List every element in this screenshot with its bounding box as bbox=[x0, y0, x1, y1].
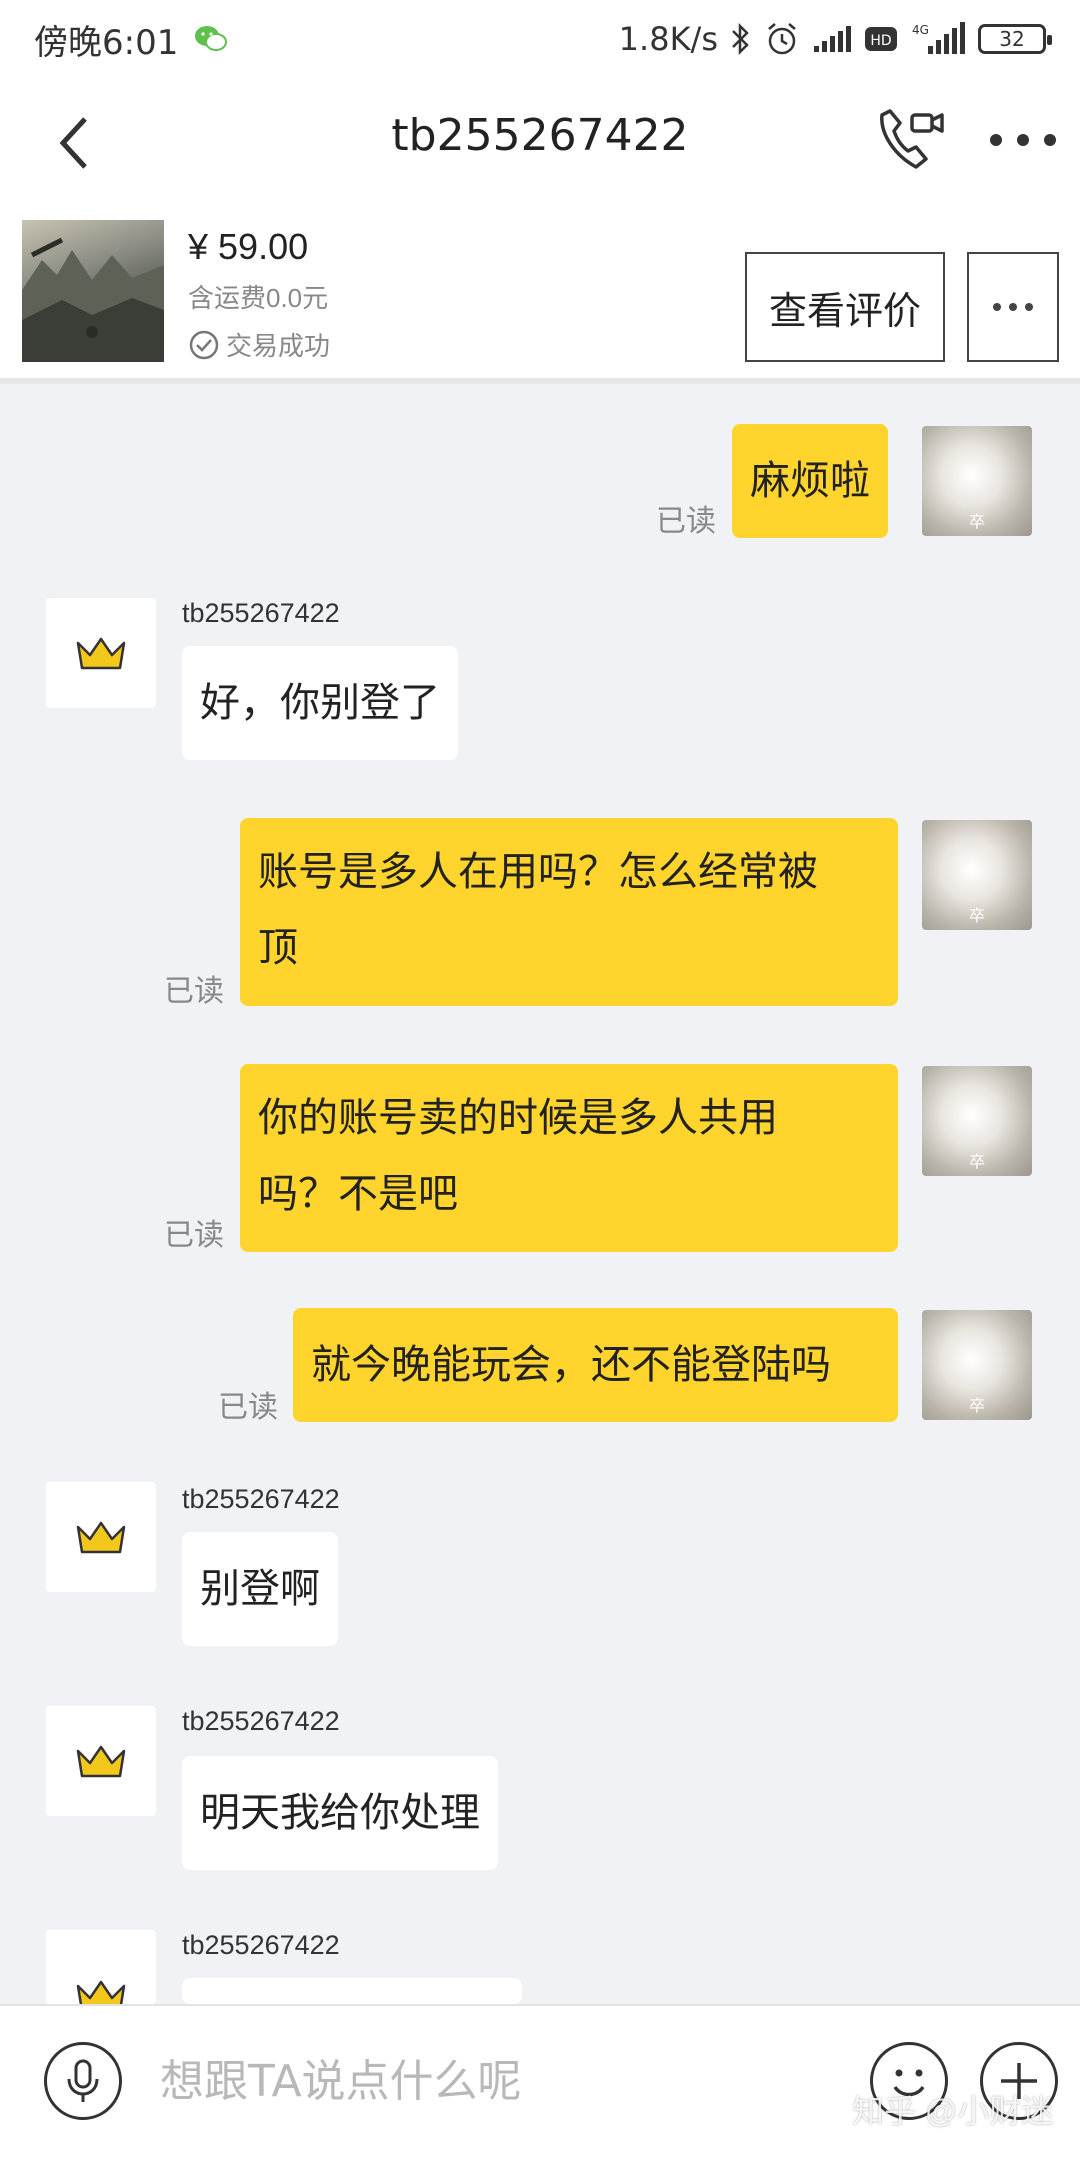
incoming-message[interactable] bbox=[182, 1978, 522, 2004]
sender-name: tb255267422 bbox=[182, 1706, 340, 1736]
status-time: 傍晚6:01 bbox=[34, 22, 179, 63]
seller-avatar[interactable] bbox=[46, 1930, 156, 2004]
message-input[interactable] bbox=[160, 2036, 840, 2126]
my-avatar[interactable]: 卒 bbox=[922, 820, 1032, 930]
chat-header: tb255267422 bbox=[0, 78, 1080, 208]
my-avatar[interactable]: 卒 bbox=[922, 426, 1032, 536]
my-avatar[interactable]: 卒 bbox=[922, 1310, 1032, 1420]
outgoing-message[interactable]: 就今晚能玩会，还不能登陆吗 bbox=[293, 1308, 898, 1422]
phone-video-icon bbox=[880, 109, 944, 169]
outgoing-message[interactable]: 麻烦啦 bbox=[732, 424, 888, 538]
voice-button[interactable] bbox=[44, 2042, 122, 2120]
read-receipt: 已读 bbox=[164, 1219, 224, 1252]
more-dots-icon bbox=[990, 134, 1002, 146]
check-circle-icon bbox=[189, 330, 219, 359]
seller-avatar[interactable] bbox=[46, 598, 156, 708]
signal-icon bbox=[812, 24, 852, 54]
trade-status: 交易成功 bbox=[188, 326, 330, 363]
sender-name: tb255267422 bbox=[182, 598, 340, 628]
my-avatar[interactable]: 卒 bbox=[922, 1066, 1032, 1176]
read-receipt: 已读 bbox=[656, 505, 716, 538]
sender-name: tb255267422 bbox=[182, 1930, 340, 1960]
product-card[interactable]: ¥ 59.00 含运费0.0元 交易成功 查看评价 bbox=[0, 208, 1080, 384]
microphone-icon bbox=[67, 2059, 99, 2102]
incoming-message[interactable]: 明天我给你处理 bbox=[182, 1756, 498, 1870]
seller-avatar[interactable] bbox=[46, 1482, 156, 1592]
shipping-fee: 含运费0.0元 bbox=[188, 283, 329, 313]
wechat-icon bbox=[194, 24, 228, 54]
read-receipt: 已读 bbox=[164, 975, 224, 1008]
product-thumbnail[interactable] bbox=[22, 220, 164, 362]
incoming-message[interactable]: 别登啊 bbox=[182, 1532, 338, 1646]
seller-avatar[interactable] bbox=[46, 1706, 156, 1816]
watermark: 知乎 @小财迷 bbox=[852, 2093, 1054, 2129]
network-speed: 1.8K/s bbox=[618, 20, 718, 58]
product-price: ¥ 59.00 bbox=[188, 226, 309, 267]
hd-icon: HD bbox=[864, 25, 898, 53]
read-receipt: 已读 bbox=[218, 1391, 278, 1424]
signal-4g-icon: 4G bbox=[910, 22, 966, 56]
outgoing-message[interactable]: 你的账号卖的时候是多人共用 吗？不是吧 bbox=[240, 1064, 898, 1252]
outgoing-message[interactable]: 账号是多人在用吗？怎么经常被 顶 bbox=[240, 818, 898, 1006]
bluetooth-icon bbox=[730, 22, 752, 56]
status-right: 1.8K/s HD 4G 32 bbox=[618, 20, 1052, 58]
product-more-button[interactable] bbox=[967, 252, 1059, 362]
alarm-icon bbox=[764, 21, 800, 57]
video-call-button[interactable] bbox=[872, 103, 946, 177]
crown-icon bbox=[76, 1521, 126, 1554]
battery-level: 32 bbox=[999, 27, 1025, 51]
sender-name: tb255267422 bbox=[182, 1484, 340, 1514]
incoming-message[interactable]: 好，你别登了 bbox=[182, 646, 458, 760]
battery-icon: 32 bbox=[978, 24, 1052, 54]
crown-icon bbox=[76, 1745, 126, 1778]
svg-text:HD: HD bbox=[870, 33, 891, 49]
svg-text:4G: 4G bbox=[912, 23, 929, 37]
status-bar: 傍晚6:01 1.8K/s HD 4G 32 bbox=[0, 0, 1080, 78]
input-bar bbox=[0, 2004, 1080, 2160]
view-review-button[interactable]: 查看评价 bbox=[745, 252, 945, 362]
crown-icon bbox=[76, 637, 126, 670]
more-options-button[interactable] bbox=[990, 120, 1056, 160]
trade-status-label: 交易成功 bbox=[226, 331, 331, 361]
crown-icon bbox=[76, 1980, 126, 2004]
